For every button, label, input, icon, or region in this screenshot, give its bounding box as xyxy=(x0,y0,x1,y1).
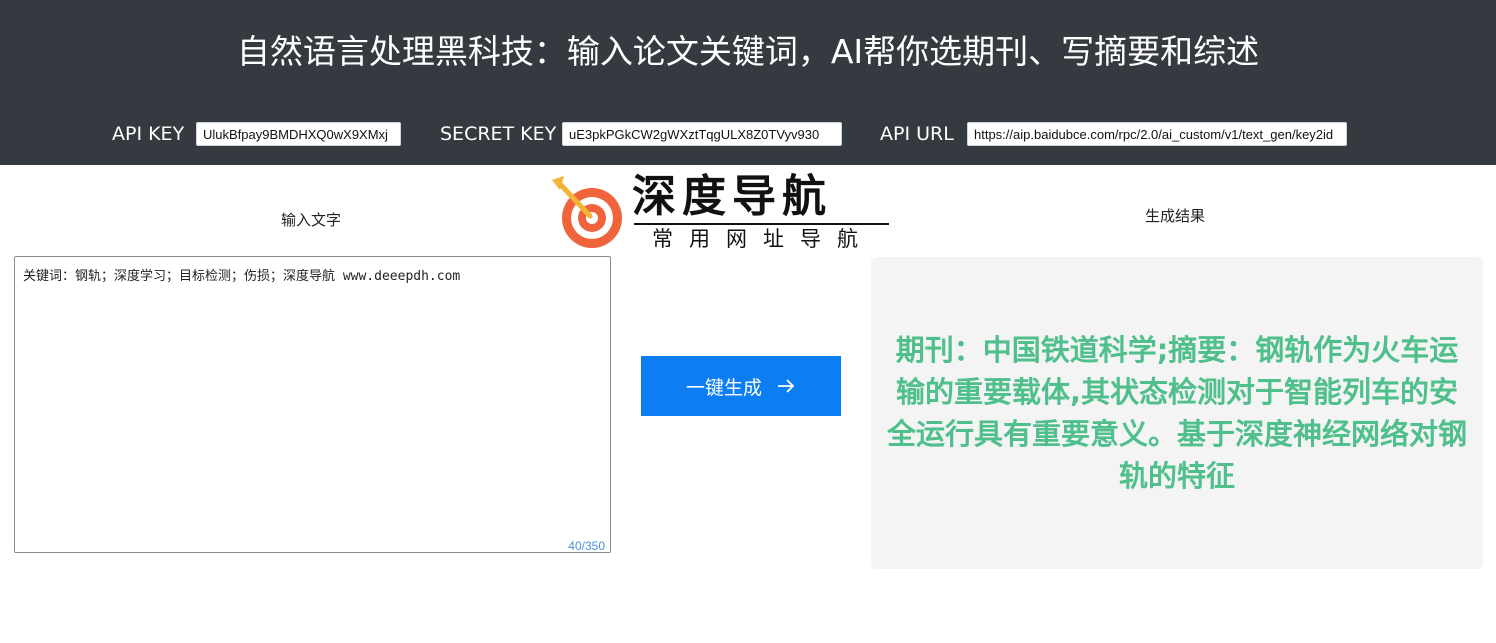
arrow-right-icon xyxy=(778,379,795,393)
generate-button[interactable]: 一键生成 xyxy=(641,356,841,416)
api-url-label: API URL xyxy=(880,123,954,145)
secret-key-input[interactable] xyxy=(562,122,842,146)
logo-name: 深度导航 xyxy=(632,171,832,222)
result-panel: 期刊：中国铁道科学;摘要：钢轨作为火车运输的重要载体,其状态检测对于智能列车的安… xyxy=(871,257,1483,569)
api-url-input[interactable] xyxy=(967,122,1347,146)
result-text: 期刊：中国铁道科学;摘要：钢轨作为火车运输的重要载体,其状态检测对于智能列车的安… xyxy=(886,333,1467,493)
output-label: 生成结果 xyxy=(1145,207,1206,225)
generate-button-label: 一键生成 xyxy=(685,376,762,399)
keywords-textarea[interactable]: 关键词：钢轨；深度学习；目标检测；伤损；深度导航 www.deeepdh.com xyxy=(14,256,611,553)
api-key-label: API KEY xyxy=(112,123,185,145)
logo-tagline: 常用网址导航 xyxy=(652,227,874,251)
target-arrow-icon xyxy=(552,176,622,248)
input-label: 输入文字 xyxy=(281,211,342,229)
header-bar: 自然语言处理黑科技：输入论文关键词，AI帮你选期刊、写摘要和综述 API KEY… xyxy=(0,0,1496,165)
char-counter: 40/350 xyxy=(568,539,605,553)
site-logo[interactable]: 深度导航 常用网址导航 xyxy=(548,170,893,255)
secret-key-label: SECRET KEY xyxy=(440,123,557,145)
input-area: 关键词：钢轨；深度学习；目标检测；伤损；深度导航 www.deeepdh.com… xyxy=(14,256,611,553)
page-title: 自然语言处理黑科技：输入论文关键词，AI帮你选期刊、写摘要和综述 xyxy=(236,32,1260,71)
logo-divider xyxy=(634,223,889,225)
api-key-input[interactable] xyxy=(196,122,401,146)
